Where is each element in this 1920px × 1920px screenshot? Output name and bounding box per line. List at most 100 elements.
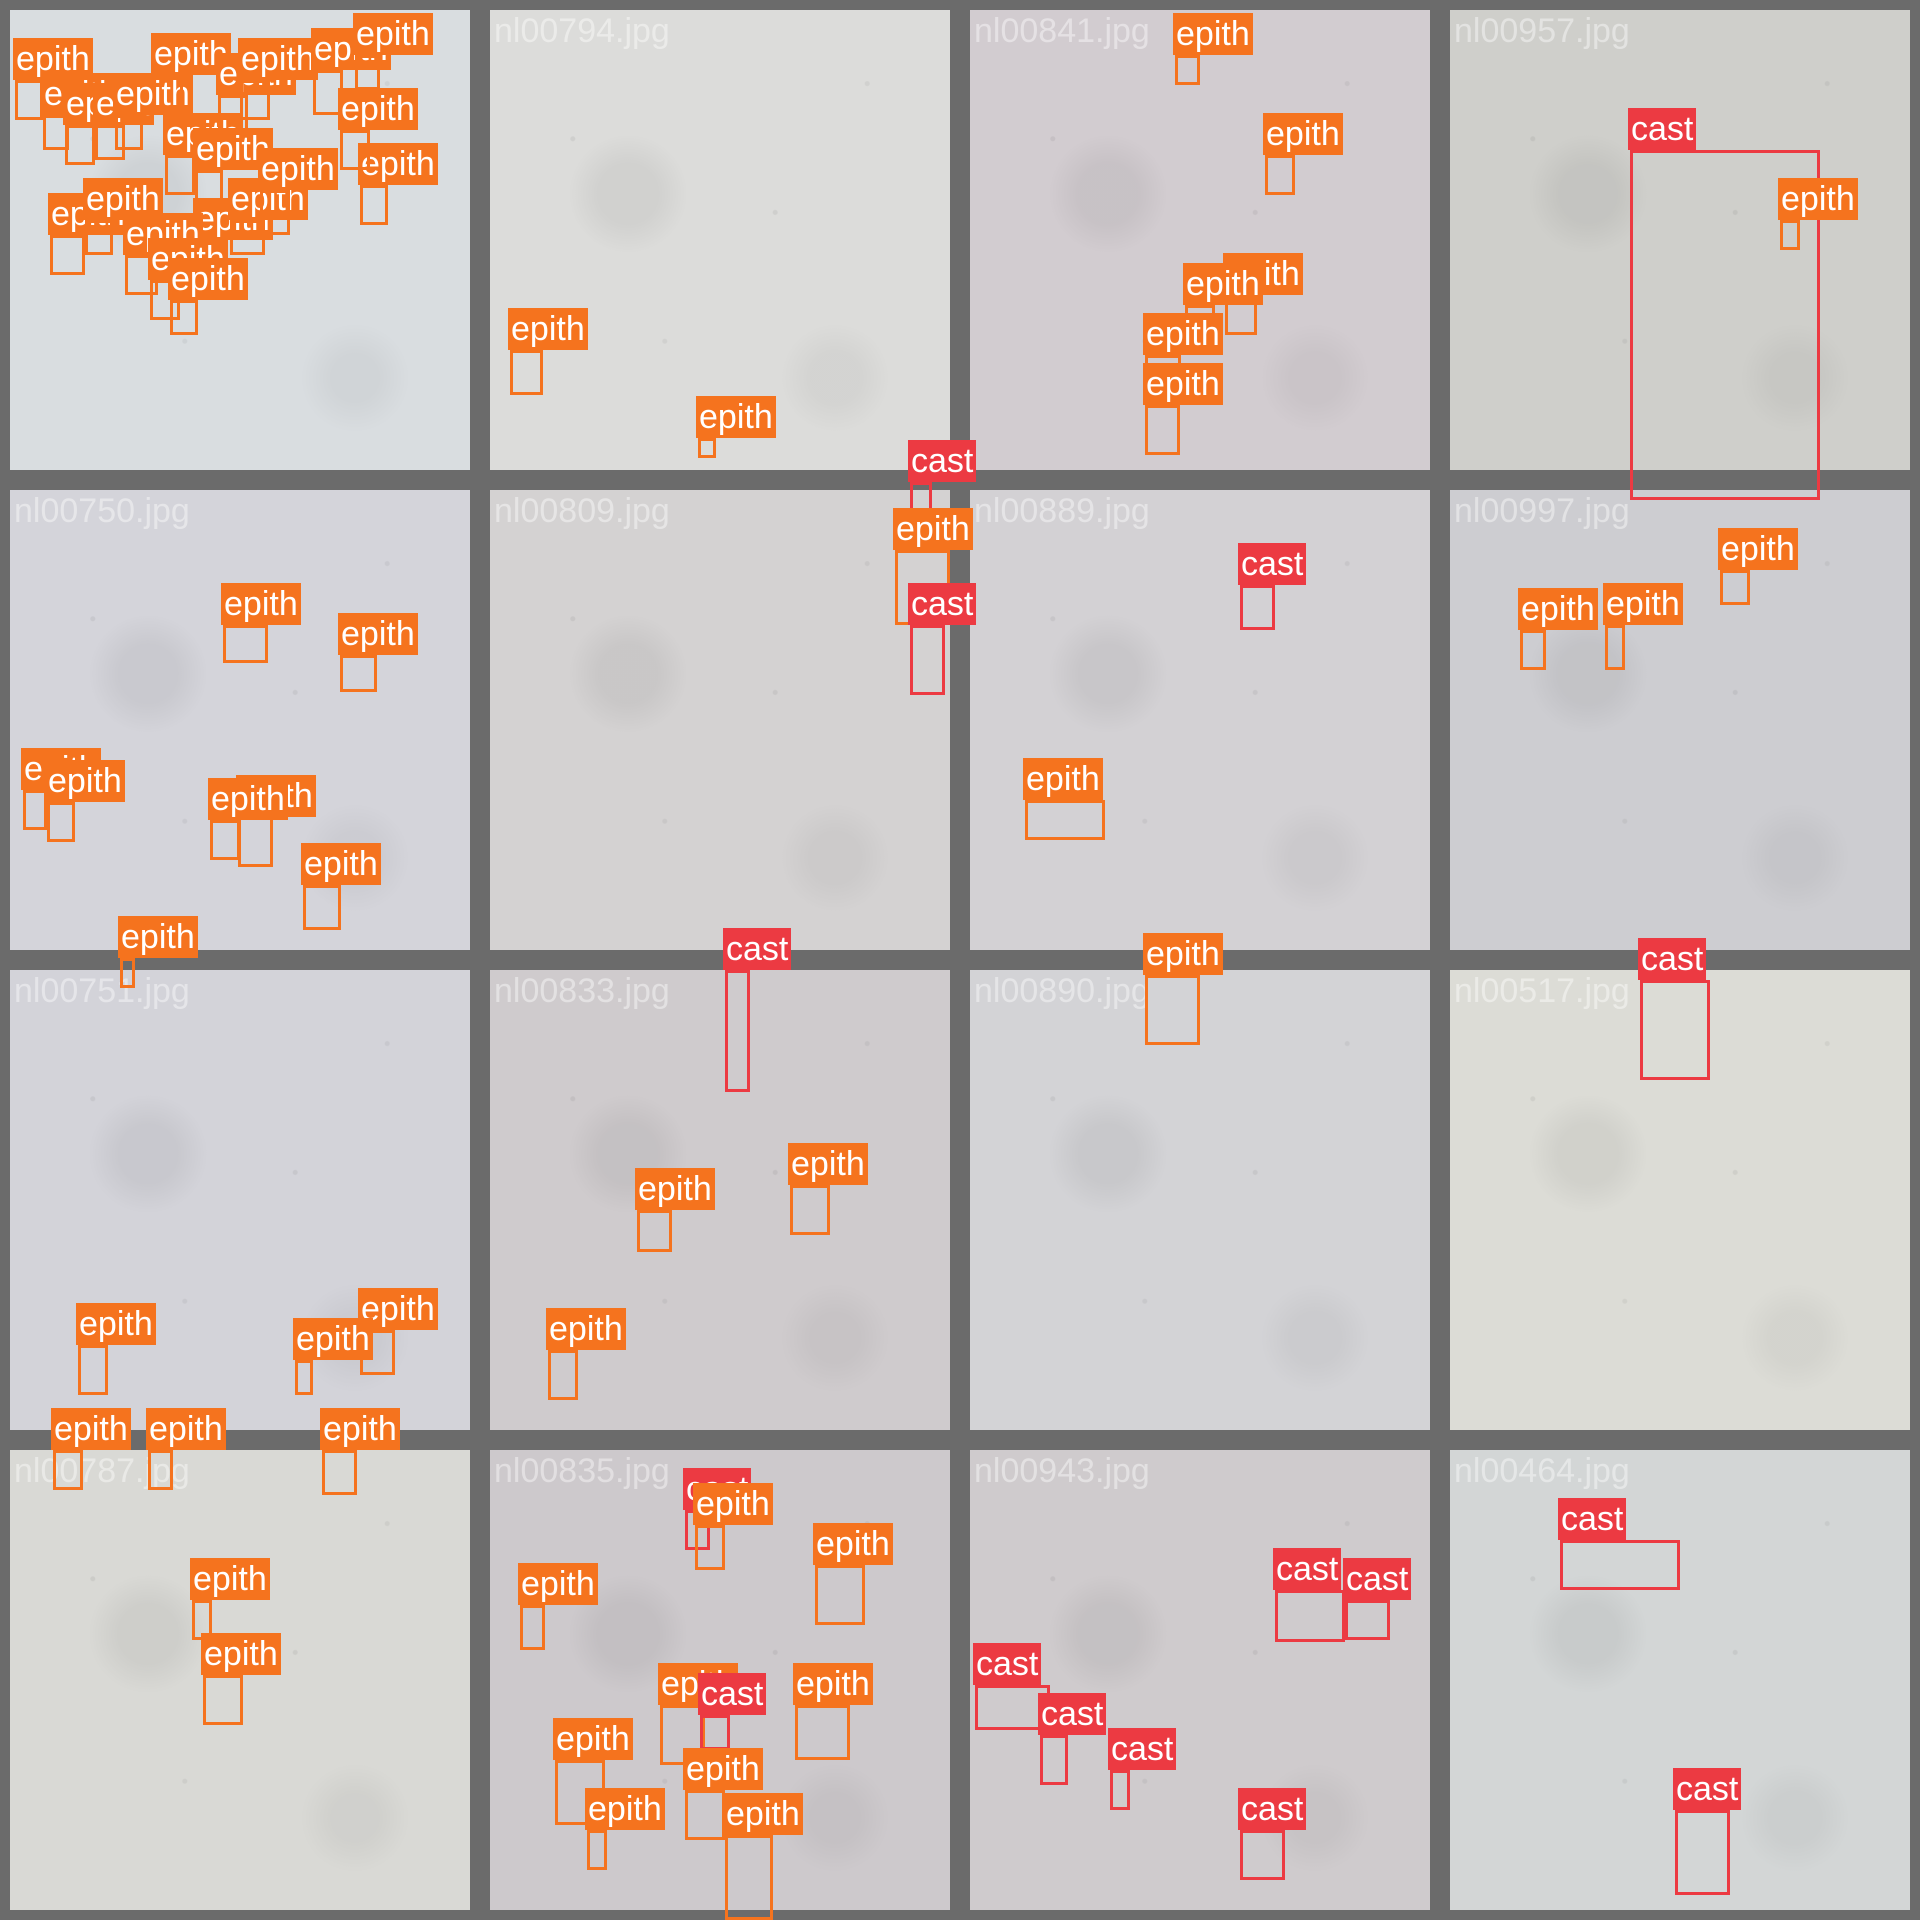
class-label: epith xyxy=(693,1483,773,1525)
detection-epith: epith xyxy=(518,1563,598,1650)
bounding-box xyxy=(1640,980,1710,1080)
class-label: cast xyxy=(908,583,977,625)
image-filename: nl00750.jpg xyxy=(14,492,190,530)
image-tile: nl00997.jpg epith epith epith xyxy=(1450,490,1910,950)
detection-epith: epith xyxy=(1023,758,1105,840)
bounding-box xyxy=(85,220,113,255)
bounding-box xyxy=(695,1525,725,1570)
bounding-box xyxy=(295,1360,313,1395)
image-filename: nl00890.jpg xyxy=(974,972,1150,1010)
bounding-box xyxy=(1345,1600,1390,1640)
bounding-box xyxy=(1240,585,1275,630)
detection-epith: epith xyxy=(1173,13,1253,85)
detection-epith: epith xyxy=(83,178,163,255)
class-label: epith xyxy=(51,1408,131,1450)
bounding-box xyxy=(23,790,47,830)
image-tile: nl00835.jpgcastepithepithepithepithepith… xyxy=(490,1450,950,1920)
detection-epith: epith xyxy=(635,1168,715,1252)
bounding-box xyxy=(1025,800,1105,840)
detection-epith: epith xyxy=(353,13,433,90)
detection-epith: epith xyxy=(201,1633,281,1725)
class-label: epith xyxy=(258,148,338,190)
class-label: cast xyxy=(1638,938,1707,980)
bounding-box xyxy=(1040,1735,1068,1785)
image-tile: nl00957.jpg cast epith xyxy=(1450,10,1910,500)
detection-epith: epith xyxy=(1143,363,1223,455)
bounding-box xyxy=(210,820,240,860)
detection-epith: epith xyxy=(1263,113,1343,195)
detection-epith: epith xyxy=(76,1303,156,1395)
detection-epith: epith xyxy=(293,1318,373,1395)
detection-epith: epith xyxy=(1718,528,1798,605)
detection-epith: epith xyxy=(63,83,143,165)
class-label: cast xyxy=(723,928,792,970)
bounding-box xyxy=(153,75,183,115)
detection-epith: epith xyxy=(21,748,101,830)
class-label: cast xyxy=(698,1673,767,1715)
detection-cast: cast xyxy=(908,583,977,695)
detection-epith: epith xyxy=(338,613,418,692)
bounding-box xyxy=(1175,55,1200,85)
class-label: epith xyxy=(1023,758,1103,800)
image-tile: nl00841.jpg epith epith epith epith epith epit… xyxy=(970,10,1430,470)
class-label: epith xyxy=(301,843,381,885)
image-tile: nl00787.jpg epith epith xyxy=(10,1450,470,1910)
class-label: epith xyxy=(723,1793,803,1835)
image-filename: nl00809.jpg xyxy=(494,492,670,530)
detection-epith: epith xyxy=(1603,583,1683,670)
detection-cast: cast xyxy=(1238,543,1307,630)
detection-mosaic: epithepithepithepitepithepithepithepithe… xyxy=(0,0,1920,1920)
bounding-box xyxy=(700,1715,730,1750)
class-label: epith xyxy=(1778,178,1858,220)
detection-epith: epith xyxy=(236,775,316,867)
bounding-box xyxy=(165,155,195,195)
class-label: cast xyxy=(1343,1558,1412,1600)
bounding-box xyxy=(1720,570,1750,605)
image-filename: nl00517.jpg xyxy=(1454,972,1630,1010)
image-tile: nl00751.jpg epith epith epith epith epith epit… xyxy=(10,916,470,1495)
detection-epith: epith xyxy=(301,843,381,930)
detection-epith: epith xyxy=(113,73,193,150)
class-label: epith xyxy=(518,1563,598,1605)
image-filename: nl00889.jpg xyxy=(974,492,1150,530)
class-label: epith xyxy=(190,1558,270,1600)
class-label: epith xyxy=(1143,313,1223,355)
detection-epith: epith xyxy=(151,33,231,115)
class-label: epith xyxy=(293,1318,373,1360)
image-tile: nl00833.jpg cast epith epith epith xyxy=(490,928,950,1430)
class-label: epith xyxy=(1173,13,1253,55)
bounding-box xyxy=(47,802,75,842)
detection-epith: epith xyxy=(51,1408,131,1490)
bounding-box xyxy=(1780,220,1800,250)
bounding-box xyxy=(340,655,377,692)
detection-cast: cast xyxy=(1108,1728,1177,1810)
detection-epith: epith xyxy=(163,113,243,195)
detection-epith: epith xyxy=(258,148,338,235)
detection-epith: epith xyxy=(338,88,418,170)
class-label: epith xyxy=(553,1718,633,1760)
class-label: epith xyxy=(1718,528,1798,570)
bounding-box xyxy=(1145,975,1200,1045)
bounding-box xyxy=(637,1210,672,1252)
detection-epith: epith xyxy=(13,38,93,120)
bounding-box xyxy=(303,885,341,930)
class-label: epith xyxy=(788,1143,868,1185)
bounding-box xyxy=(53,1450,83,1490)
class-label: cast xyxy=(1558,1498,1627,1540)
class-label: epith xyxy=(585,1788,665,1830)
bounding-box xyxy=(1110,1770,1130,1810)
image-tile: nl00517.jpg cast xyxy=(1450,938,1910,1430)
class-label: epith xyxy=(635,1168,715,1210)
detection-epith: epith xyxy=(793,1663,873,1760)
class-label: cast xyxy=(1273,1548,1342,1590)
bounding-box xyxy=(340,130,370,170)
detection-cast: cast xyxy=(1558,1498,1680,1590)
detection-cast: cast xyxy=(1343,1558,1412,1640)
bounding-box xyxy=(1520,630,1546,670)
class-label: cast xyxy=(1673,1768,1742,1810)
bounding-box xyxy=(520,1605,545,1650)
detection-epith: epith xyxy=(118,916,198,988)
detection-epith: epith xyxy=(45,760,125,842)
class-label: epith xyxy=(1518,588,1598,630)
class-label: epith xyxy=(1263,113,1343,155)
